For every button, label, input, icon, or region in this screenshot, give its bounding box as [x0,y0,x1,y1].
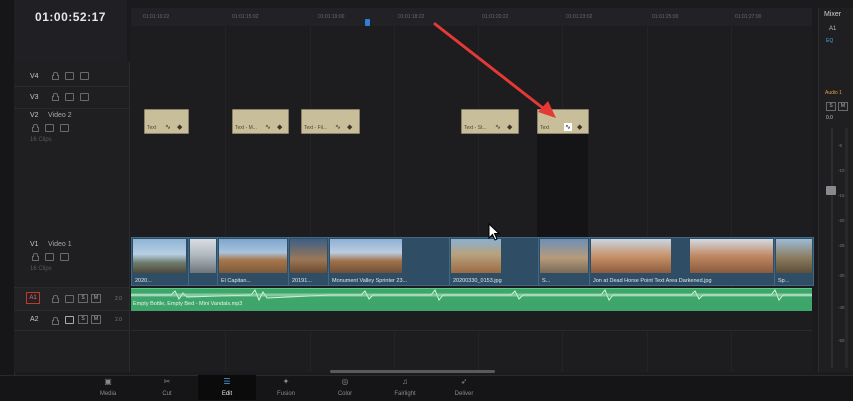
timeline-editor: 01:00:52:17 01:01:10:22 01:01:15:02 01:0… [0,0,853,401]
mouse-cursor-icon [488,223,500,241]
annotation-arrow [433,22,556,118]
